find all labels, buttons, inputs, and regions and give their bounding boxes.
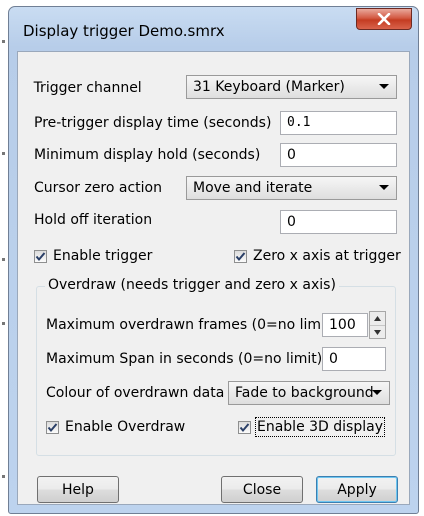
zero-x-axis-checkbox[interactable]: Zero x axis at trigger: [234, 248, 401, 264]
checkbox-box: [34, 249, 47, 263]
background-mark: [2, 258, 5, 261]
pre-trigger-label: Pre-trigger display time (seconds): [34, 115, 272, 131]
enable-overdraw-checkbox[interactable]: Enable Overdraw: [46, 419, 185, 435]
dialog-window: Display trigger Demo.smrx TTrigger chann…: [8, 6, 419, 514]
min-hold-label: Minimum display hold (seconds): [34, 147, 261, 163]
zero-x-axis-label: Zero x axis at trigger: [253, 248, 401, 264]
help-button[interactable]: Help: [37, 476, 119, 503]
apply-button[interactable]: Apply: [316, 476, 398, 503]
dialog-title: Display trigger Demo.smrx: [23, 22, 225, 40]
checkmark-icon: [235, 251, 246, 261]
overdraw-group: Overdraw (needs trigger and zero x axis)…: [36, 277, 396, 456]
trigger-channel-value: 31 Keyboard (Marker): [193, 79, 345, 95]
pre-trigger-input[interactable]: 0.1: [280, 111, 397, 135]
dropdown-arrow-icon: [372, 390, 382, 395]
overdraw-group-title: Overdraw (needs trigger and zero x axis): [45, 277, 339, 293]
checkbox-box: [234, 249, 247, 263]
colour-label: Colour of overdrawn data: [46, 385, 225, 401]
background-mark: [2, 40, 5, 43]
dialog-body: TTrigger channel 31 Keyboard (Marker) Pr…: [17, 51, 410, 505]
window-close-button[interactable]: [356, 8, 412, 30]
checkmark-icon: [47, 422, 58, 432]
background-mark: [2, 322, 5, 325]
spin-down-button[interactable]: [370, 326, 385, 339]
background-strip: [0, 0, 8, 516]
trigger-channel-label: TTrigger channel: [33, 80, 142, 96]
max-span-value: 0: [329, 351, 338, 367]
dropdown-arrow-icon: [379, 84, 389, 89]
checkmark-icon: [35, 251, 46, 261]
hold-off-input[interactable]: 0: [280, 210, 397, 234]
spin-up-button[interactable]: [370, 312, 385, 326]
colour-select[interactable]: Fade to background: [228, 381, 390, 405]
enable-overdraw-label: Enable Overdraw: [65, 419, 186, 435]
background-mark: [2, 152, 5, 155]
trigger-channel-label-text: Trigger channel: [33, 80, 142, 96]
checkmark-icon: [239, 422, 250, 432]
hold-off-label: Hold off iteration: [34, 212, 153, 228]
checkbox-box: [46, 420, 59, 434]
trigger-channel-select[interactable]: 31 Keyboard (Marker): [186, 75, 397, 99]
close-x-icon: [377, 13, 391, 25]
max-frames-value: 100: [329, 317, 356, 333]
background-mark: [2, 475, 5, 478]
colour-value: Fade to background: [235, 385, 374, 401]
hold-off-value: 0: [287, 214, 296, 230]
max-frames-label: Maximum overdrawn frames (0=no limit): [46, 317, 336, 333]
min-hold-input[interactable]: 0: [280, 143, 397, 167]
checkbox-box: [238, 420, 251, 434]
max-span-label: Maximum Span in seconds (0=no limit): [46, 351, 323, 367]
max-frames-spinner[interactable]: [369, 311, 386, 339]
close-button[interactable]: Close: [221, 476, 303, 503]
spin-up-icon: [374, 316, 381, 321]
enable-3d-checkbox[interactable]: Enable 3D display: [238, 417, 385, 437]
pre-trigger-value: 0.1: [287, 115, 311, 130]
dropdown-arrow-icon: [379, 185, 389, 190]
max-frames-input[interactable]: 100: [322, 313, 368, 337]
enable-trigger-checkbox[interactable]: Enable trigger: [34, 248, 152, 264]
cursor-zero-select[interactable]: Move and iterate: [186, 176, 397, 200]
enable-trigger-label: Enable trigger: [53, 248, 153, 264]
cursor-zero-label: Cursor zero action: [34, 180, 162, 196]
max-span-input[interactable]: 0: [322, 347, 386, 371]
enable-3d-label: Enable 3D display: [255, 417, 385, 437]
spin-down-icon: [374, 330, 381, 335]
cursor-zero-value: Move and iterate: [193, 180, 313, 196]
min-hold-value: 0: [287, 147, 296, 163]
